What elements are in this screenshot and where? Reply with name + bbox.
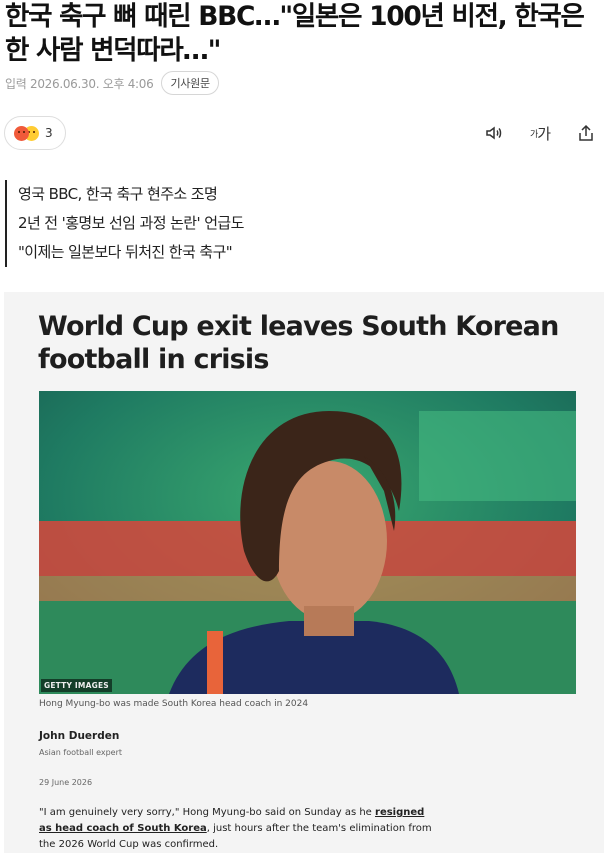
angry-emoji-icon: [14, 125, 29, 141]
original-article-button[interactable]: 기사원문: [161, 71, 219, 95]
photo-credit: GETTY IMAGES: [41, 679, 112, 692]
bbc-article-title: World Cup exit leaves South Korean footb…: [38, 311, 559, 375]
article-headline: 한국 축구 뼈 때린 BBC…"일본은 100년 비전, 한국은 한 사람 변덕…: [5, 1, 585, 66]
author-role: Asian football expert: [39, 748, 123, 757]
summary-line: 2년 전 '홍명보 선임 과정 논란' 언급도: [18, 214, 244, 232]
article-date: 29 June 2026: [39, 778, 93, 787]
photo-caption: Hong Myung-bo was made South Korea head …: [39, 699, 309, 709]
coach-photo: GETTY IMAGES: [39, 391, 576, 694]
article-meta: 입력 2026.06.30. 오후 4:06 기사원문: [5, 71, 219, 95]
speaker-icon[interactable]: [483, 122, 505, 144]
reaction-button[interactable]: 3: [4, 116, 66, 150]
article-body: "I am genuinely very sorry," Hong Myung-…: [39, 805, 439, 853]
summary-line: "이제는 일본보다 뒤처진 한국 축구": [18, 243, 233, 261]
body-text-part: "I am genuinely very sorry," Hong Myung-…: [39, 807, 376, 818]
font-size-small-label: 가: [529, 129, 538, 140]
share-icon[interactable]: [575, 122, 597, 144]
article-toolbar: 가가: [483, 122, 597, 144]
article-summary: 영국 BBC, 한국 축구 현주소 조명 2년 전 '홍명보 선임 과정 논란'…: [5, 180, 244, 267]
font-size-button[interactable]: 가가: [529, 122, 551, 144]
font-size-large-label: 가: [537, 124, 551, 143]
author-name: John Duerden: [39, 730, 120, 742]
bbc-article-capture: World Cup exit leaves South Korean footb…: [4, 292, 604, 853]
summary-line: 영국 BBC, 한국 축구 현주소 조명: [18, 185, 218, 203]
reaction-count: 3: [45, 126, 53, 140]
publish-date: 입력 2026.06.30. 오후 4:06: [5, 76, 154, 91]
